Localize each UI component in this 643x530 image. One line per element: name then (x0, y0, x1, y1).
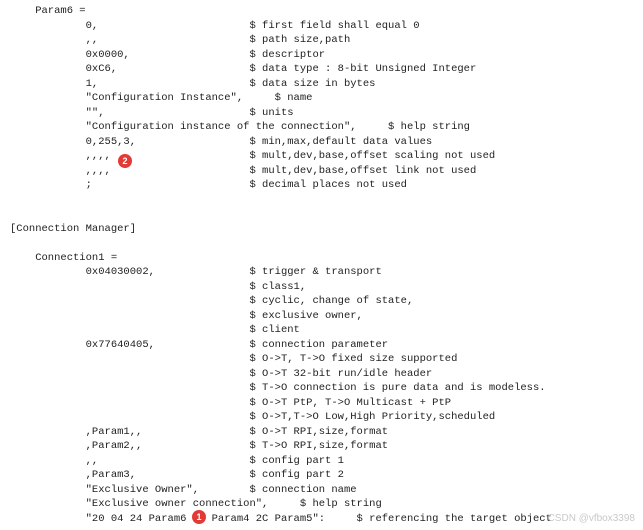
code-line: ,, $ config part 1 (10, 454, 633, 469)
code-line: $ client (10, 323, 633, 338)
code-line: Param6 = (10, 4, 633, 19)
code-line: "20 04 24 Param6 2C Param4 2C Param5": $… (10, 512, 633, 527)
code-line: $ O->T, T->O fixed size supported (10, 352, 633, 367)
code-line: $ T->O connection is pure data and is mo… (10, 381, 633, 396)
code-line: ,,,, $ mult,dev,base,offset link not use… (10, 164, 633, 179)
code-line: $ O->T 32-bit run/idle header (10, 367, 633, 382)
code-line: "Exclusive owner connection", $ help str… (10, 497, 633, 512)
code-line: $ exclusive owner, (10, 309, 633, 324)
code-line: "", $ units (10, 106, 633, 121)
code-line: $ class1, (10, 280, 633, 295)
code-line: $ O->T,T->O Low,High Priority,scheduled (10, 410, 633, 425)
code-line: $ cyclic, change of state, (10, 294, 633, 309)
code-line: ,Param1,, $ O->T RPI,size,format (10, 425, 633, 440)
code-line: $ O->T PtP, T->O Multicast + PtP (10, 396, 633, 411)
code-line: 0, $ first field shall equal 0 (10, 19, 633, 34)
code-line: 1, $ data size in bytes (10, 77, 633, 92)
code-line (10, 193, 633, 208)
code-line (10, 207, 633, 222)
code-line (10, 236, 633, 251)
annotation-badge-2: 2 (118, 154, 132, 168)
code-line: 0xC6, $ data type : 8-bit Unsigned Integ… (10, 62, 633, 77)
watermark: CSDN @vfbox3398 (548, 512, 635, 527)
code-line: "Configuration instance of the connectio… (10, 120, 633, 135)
code-line: ; $ decimal places not used (10, 178, 633, 193)
annotation-badge-1: 1 (192, 510, 206, 524)
code-line: ,, $ path size,path (10, 33, 633, 48)
code-line: [Connection Manager] (10, 222, 633, 237)
code-line: 0x04030002, $ trigger & transport (10, 265, 633, 280)
code-line: "Configuration Instance", $ name (10, 91, 633, 106)
code-line: 0,255,3, $ min,max,default data values (10, 135, 633, 150)
code-line: "Exclusive Owner", $ connection name (10, 483, 633, 498)
code-line: ,Param3, $ config part 2 (10, 468, 633, 483)
code-line: 0x0000, $ descriptor (10, 48, 633, 63)
code-line: Connection1 = (10, 251, 633, 266)
code-block: Param6 = 0, $ first field shall equal 0 … (10, 4, 633, 526)
code-line: ,Param2,, $ T->O RPI,size,format (10, 439, 633, 454)
code-line: 0x77640405, $ connection parameter (10, 338, 633, 353)
code-line: ,,,, $ mult,dev,base,offset scaling not … (10, 149, 633, 164)
